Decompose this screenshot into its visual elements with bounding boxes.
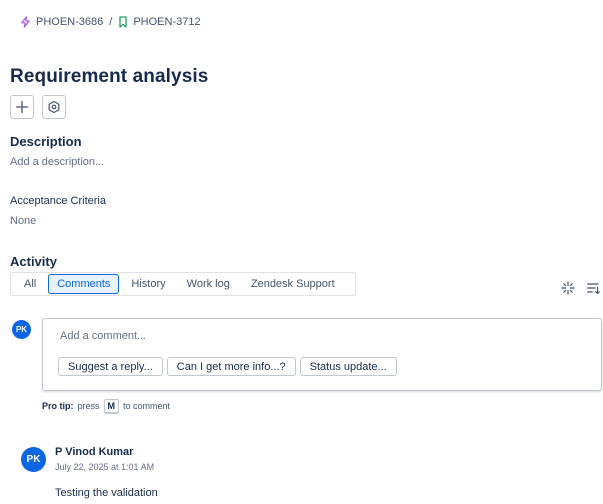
comment-timestamp[interactable]: July 22, 2025 at 1:01 AM xyxy=(55,462,154,472)
suggest-reply-button[interactable]: Suggest a reply... xyxy=(58,357,163,376)
epic-lightning-icon xyxy=(21,16,30,28)
tab-work-log[interactable]: Work log xyxy=(178,274,239,294)
breadcrumb-current-key: PHOEN-3712 xyxy=(133,16,201,28)
pro-tip-text-after: to comment xyxy=(123,401,171,411)
description-heading: Description xyxy=(10,134,82,149)
breadcrumb-parent-key: PHOEN-3686 xyxy=(36,16,104,28)
suggestion-chips: Suggest a reply... Can I get more info..… xyxy=(58,357,401,376)
pro-tip-text-before: press xyxy=(77,401,100,411)
acceptance-criteria-value[interactable]: None xyxy=(10,215,36,227)
page-title[interactable]: Requirement analysis xyxy=(10,66,208,88)
add-button[interactable] xyxy=(10,95,34,119)
tab-zendesk-support[interactable]: Zendesk Support xyxy=(242,274,344,294)
apps-button[interactable] xyxy=(42,95,66,119)
status-update-button[interactable]: Status update... xyxy=(299,357,397,376)
hexagon-settings-icon xyxy=(48,100,60,114)
tab-comments[interactable]: Comments xyxy=(48,274,120,294)
comment-author-avatar: PK xyxy=(21,447,46,472)
story-bookmark-icon xyxy=(119,16,127,28)
tab-history[interactable]: History xyxy=(122,274,174,294)
acceptance-criteria-heading: Acceptance Criteria xyxy=(10,195,106,207)
pro-tip: Pro tip: press M to comment xyxy=(42,399,170,413)
sparkle-icon[interactable] xyxy=(561,281,575,295)
breadcrumb: PHOEN-3686 / PHOEN-3712 xyxy=(20,14,201,30)
pro-tip-label: Pro tip: xyxy=(42,401,74,411)
breadcrumb-current[interactable]: PHOEN-3712 xyxy=(118,16,201,28)
avatar: PK xyxy=(12,320,31,339)
comment-editor[interactable]: Add a comment... Suggest a reply... Can … xyxy=(42,318,602,391)
breadcrumb-parent[interactable]: PHOEN-3686 xyxy=(20,16,103,28)
comment-input[interactable]: Add a comment... xyxy=(60,330,146,342)
description-field[interactable]: Add a description... xyxy=(10,156,104,168)
activity-heading: Activity xyxy=(10,254,57,269)
comment-author[interactable]: P Vinod Kumar xyxy=(55,446,133,458)
comment-body: Testing the validation xyxy=(55,487,158,499)
keyboard-shortcut-key: M xyxy=(103,399,120,413)
plus-icon xyxy=(15,100,29,114)
sort-icon[interactable] xyxy=(586,281,600,295)
more-info-button[interactable]: Can I get more info...? xyxy=(166,357,296,376)
breadcrumb-separator: / xyxy=(109,16,113,28)
activity-tabs: All Comments History Work log Zendesk Su… xyxy=(10,272,356,296)
tab-all[interactable]: All xyxy=(15,274,45,294)
